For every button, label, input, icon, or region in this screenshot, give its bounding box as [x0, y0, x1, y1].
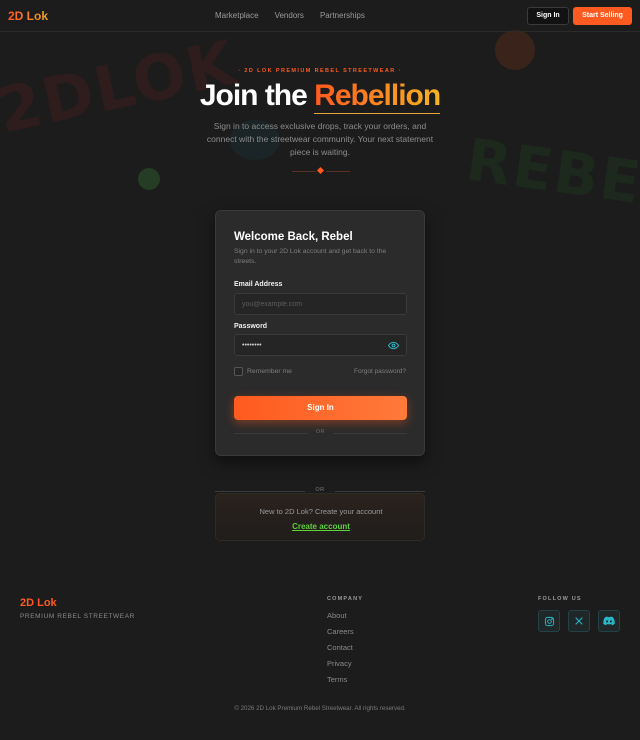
- hero-title-prefix: Join the: [199, 79, 308, 112]
- header-sign-in-button[interactable]: Sign In: [527, 7, 569, 25]
- background-paint-splash: [138, 168, 160, 190]
- login-card: Welcome Back, Rebel Sign in to your 2D L…: [215, 210, 425, 456]
- background-graffiti-right: REBEL: [462, 125, 640, 223]
- remember-me-checkbox[interactable]: [234, 367, 243, 376]
- footer-link-privacy[interactable]: Privacy: [327, 660, 354, 676]
- create-account-prompt: New to 2D Lok? Create your account: [259, 507, 383, 516]
- social-links: [538, 610, 620, 632]
- hero-title-accent: Rebellion: [314, 79, 441, 114]
- brand-logo[interactable]: 2D Lok: [8, 9, 48, 23]
- login-title: Welcome Back, Rebel: [234, 231, 353, 243]
- discord-icon: [603, 616, 615, 626]
- footer-link-terms[interactable]: Terms: [327, 676, 354, 692]
- card-or-divider: OR: [234, 429, 407, 437]
- create-account-box: New to 2D Lok? Create your account Creat…: [215, 493, 425, 541]
- diamond-icon: [316, 166, 325, 175]
- footer-link-careers[interactable]: Careers: [327, 628, 354, 644]
- x-button[interactable]: [568, 610, 590, 632]
- footer-tagline: PREMIUM REBEL STREETWEAR: [20, 613, 135, 620]
- remember-me-label: Remember me: [247, 368, 292, 375]
- hero-subtitle: Sign in to access exclusive drops, track…: [206, 121, 434, 157]
- card-or-label: OR: [315, 429, 326, 435]
- footer-link-contact[interactable]: Contact: [327, 644, 354, 660]
- instagram-icon: [544, 616, 554, 626]
- instagram-button[interactable]: [538, 610, 560, 632]
- nav-link-partnerships[interactable]: Partnerships: [320, 11, 365, 20]
- discord-button[interactable]: [598, 610, 620, 632]
- main-nav: Marketplace Vendors Partnerships: [215, 11, 365, 20]
- footer-logo[interactable]: 2D Lok: [20, 597, 57, 609]
- hero-title: Join the Rebellion: [0, 79, 640, 114]
- email-label: Email Address: [234, 281, 283, 288]
- top-navbar: 2D Lok Marketplace Vendors Partnerships …: [0, 0, 640, 32]
- password-label: Password: [234, 323, 268, 330]
- login-subtitle: Sign in to your 2D Lok account and get b…: [234, 248, 387, 265]
- nav-link-vendors[interactable]: Vendors: [275, 11, 304, 20]
- forgot-password-link[interactable]: Forgot password?: [354, 368, 406, 375]
- sign-in-submit-button[interactable]: Sign In: [234, 396, 407, 420]
- hero-eyebrow: · 2D LOK PREMIUM REBEL STREETWEAR ·: [238, 68, 402, 74]
- copyright: © 2026 2D Lok Premium Rebel Streetwear. …: [234, 705, 406, 712]
- start-selling-button[interactable]: Start Selling: [573, 7, 632, 25]
- hero-divider: [292, 166, 350, 175]
- remember-me[interactable]: Remember me: [234, 367, 292, 376]
- background-paint-splash: [495, 30, 535, 70]
- nav-link-marketplace[interactable]: Marketplace: [215, 11, 259, 20]
- x-icon: [575, 617, 583, 625]
- show-password-eye-icon[interactable]: [388, 340, 399, 351]
- create-account-link[interactable]: Create account: [216, 522, 426, 531]
- password-field[interactable]: [234, 334, 407, 356]
- footer-company-heading: COMPANY: [327, 596, 364, 602]
- footer-link-about[interactable]: About: [327, 612, 354, 628]
- footer-follow-heading: FOLLOW US: [538, 596, 582, 602]
- email-field[interactable]: [234, 293, 407, 315]
- footer-company-links: About Careers Contact Privacy Terms: [327, 612, 354, 692]
